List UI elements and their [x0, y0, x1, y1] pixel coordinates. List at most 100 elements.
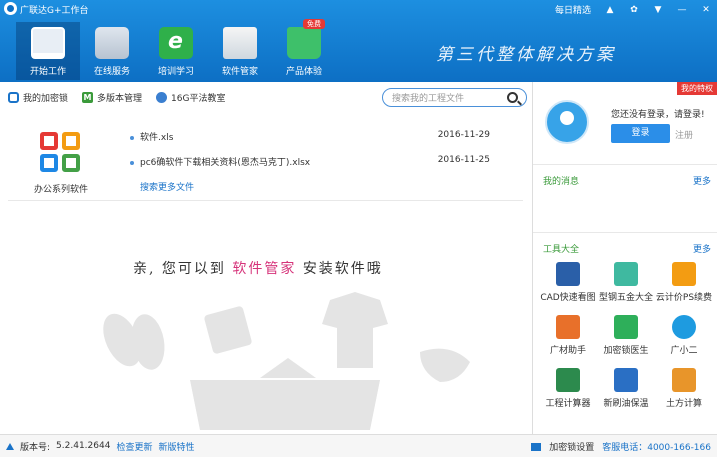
version-number: 5.2.41.2644 — [56, 441, 111, 451]
version-label: 版本号: — [20, 442, 51, 453]
tip-text: 安装软件哦 — [302, 261, 383, 277]
tool-label: 我的加密锁 — [23, 93, 69, 104]
tool-calculator[interactable]: 工程计算器 — [539, 368, 597, 409]
file-row[interactable]: 软件.xls 2016-11-29 — [130, 130, 490, 155]
office-software[interactable]: 办公系列软件 — [26, 130, 96, 195]
file-name: pc6确软件下载相关资料(恩杰马克丁).xlsx — [140, 158, 311, 168]
file-row[interactable]: pc6确软件下载相关资料(恩杰马克丁).xlsx 2016-11-25 — [130, 155, 490, 180]
empty-state-illustration — [103, 292, 470, 430]
tool-material-helper[interactable]: 广材助手 — [539, 315, 597, 356]
tool-label: 广小二 — [670, 346, 698, 356]
right-panel: 我的特权 您还没有登录，请登录! 登录 注册 我的消息 更多 工具大全 更多 C… — [532, 82, 717, 434]
daily-pick-link[interactable]: 每日精选 — [555, 3, 591, 16]
nav-label: 在线服务 — [93, 67, 130, 77]
lock-settings-icon — [531, 442, 542, 451]
bullet-icon — [130, 135, 134, 140]
tool-classroom[interactable]: 16G平法教室 — [156, 91, 225, 104]
search-placeholder: 搜索我的工程文件 — [392, 94, 465, 104]
avatar[interactable] — [545, 100, 589, 144]
status-right: 加密锁设置 客服电话：4000-166-166 — [531, 440, 711, 453]
tool-paint[interactable]: 新刷油保温 — [597, 368, 655, 409]
nav-software-manager[interactable]: 软件管家 — [208, 22, 272, 80]
cad-icon — [556, 262, 580, 286]
minimize-icon[interactable]: — — [677, 5, 687, 15]
tool-cloud-pricing[interactable]: 云计价PS续费 — [655, 262, 713, 303]
tools-grid: CAD快速看图 型钢五金大全 云计价PS续费 广材助手 加密锁医生 广小二 工程… — [539, 262, 715, 409]
file-date: 2016-11-29 — [437, 130, 490, 140]
nav-label: 软件管家 — [221, 67, 258, 77]
hotline: 客服电话：4000-166-166 — [602, 443, 711, 453]
version-info: 版本号: 5.2.41.2644 检查更新 新版特性 — [6, 440, 194, 453]
tools-more-link[interactable]: 更多 — [693, 242, 711, 255]
tip-highlight-link[interactable]: 软件管家 — [232, 261, 296, 277]
recent-files: 软件.xls 2016-11-29 pc6确软件下载相关资料(恩杰马克丁).xl… — [130, 130, 490, 193]
lock-settings-link[interactable]: 加密锁设置 — [549, 440, 594, 453]
tool-multi-version[interactable]: M 多版本管理 — [82, 91, 142, 104]
file-date: 2016-11-25 — [437, 155, 490, 165]
steel-icon — [614, 262, 638, 286]
login-button[interactable]: 登录 — [611, 124, 670, 143]
nav-training[interactable]: e 培训学习 — [144, 22, 208, 80]
slogan: 第三代整体解决方案 — [436, 45, 616, 65]
tool-label: 云计价PS续费 — [655, 293, 713, 303]
divider — [533, 164, 717, 165]
nav-online-service[interactable]: 在线服务 — [80, 22, 144, 80]
office-logo-icon — [38, 130, 84, 176]
vip-tag[interactable]: 我的特权 — [677, 82, 717, 95]
cloud-pricing-icon — [672, 262, 696, 286]
tool-label: 新刷油保温 — [603, 399, 649, 409]
search-more-files-link[interactable]: 搜索更多文件 — [140, 180, 490, 193]
tool-label: 工程计算器 — [545, 399, 591, 409]
tool-my-lock[interactable]: 我的加密锁 — [8, 91, 68, 104]
earthwork-icon — [672, 368, 696, 392]
nav-product-trial[interactable]: 产品体验 — [272, 22, 336, 80]
monitor-icon — [31, 27, 65, 59]
close-icon[interactable]: ✕ — [701, 5, 711, 15]
nav-label: 产品体验 — [285, 67, 322, 77]
search-input[interactable]: 搜索我的工程文件 — [382, 88, 527, 107]
empty-tip: 亲, 您可以到 软件管家 安装软件哦 — [133, 258, 383, 278]
bell-icon[interactable]: ▲ — [605, 5, 615, 15]
header: 广联达G+工作台 每日精选 ▲ ✿ ▼ — ✕ 开始工作 在线服务 e 培训学习… — [0, 0, 717, 82]
tool-label: 型钢五金大全 — [598, 293, 653, 303]
menu-down-icon[interactable]: ▼ — [653, 5, 663, 15]
tool-assistant[interactable]: 广小二 — [655, 315, 713, 356]
new-features-link[interactable]: 新版特性 — [158, 440, 194, 453]
tool-cad-viewer[interactable]: CAD快速看图 — [539, 262, 597, 303]
file-name: 软件.xls — [140, 133, 174, 143]
lock-icon — [8, 91, 19, 103]
software-manager-icon — [223, 27, 257, 59]
tool-lock-doctor[interactable]: 加密锁医生 — [597, 315, 655, 356]
app-logo-icon — [4, 2, 17, 15]
paint-icon — [614, 368, 638, 392]
status-bar: 版本号: 5.2.41.2644 检查更新 新版特性 加密锁设置 客服电话：40… — [0, 434, 717, 457]
shopping-bag-icon — [287, 27, 321, 59]
tip-text: 亲, 您可以到 — [133, 261, 226, 277]
tool-earthwork[interactable]: 土方计算 — [655, 368, 713, 409]
title-bar: 广联达G+工作台 每日精选 ▲ ✿ ▼ — ✕ — [0, 0, 717, 18]
assistant-icon — [672, 315, 696, 339]
divider — [533, 232, 717, 233]
calculator-icon — [556, 368, 580, 392]
title-controls: 每日精选 ▲ ✿ ▼ — ✕ — [555, 3, 711, 17]
nav-label: 开始工作 — [29, 67, 66, 77]
nav-start-work[interactable]: 开始工作 — [16, 22, 80, 80]
messages-more-link[interactable]: 更多 — [693, 174, 711, 187]
tool-label: 加密锁医生 — [603, 346, 649, 356]
free-badge: 免费 — [303, 19, 325, 29]
messages-title: 我的消息 — [543, 177, 580, 187]
tool-label: 16G平法教室 — [171, 93, 226, 104]
check-update-link[interactable]: 检查更新 — [116, 440, 152, 453]
tool-label: CAD快速看图 — [540, 293, 596, 303]
settings-icon[interactable]: ✿ — [629, 5, 639, 15]
main-nav: 开始工作 在线服务 e 培训学习 软件管家 产品体验 — [16, 22, 336, 80]
tool-steel-hardware[interactable]: 型钢五金大全 — [597, 262, 655, 303]
update-arrow-icon — [6, 442, 14, 450]
register-link[interactable]: 注册 — [675, 128, 693, 141]
multi-version-icon: M — [82, 91, 94, 103]
nav-label: 培训学习 — [157, 67, 194, 77]
app-title: 广联达G+工作台 — [20, 6, 89, 16]
search-icon[interactable] — [507, 92, 518, 103]
material-helper-icon — [556, 315, 580, 339]
tool-label: 广材助手 — [549, 346, 586, 356]
